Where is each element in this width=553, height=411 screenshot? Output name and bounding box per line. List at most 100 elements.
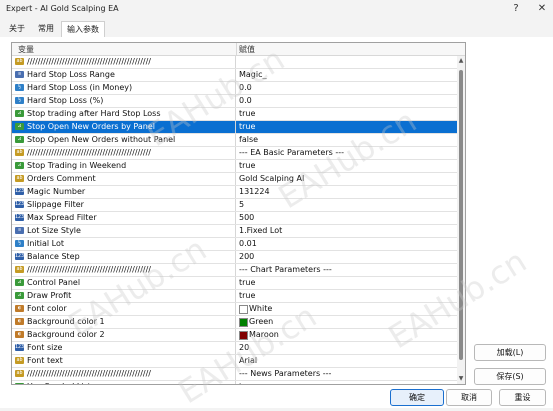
parameter-row[interactable]: ⊿ Stop Open New Orders without Panel false: [12, 134, 457, 147]
color-swatch[interactable]: [239, 318, 248, 327]
parameter-name-cell[interactable]: ab Font text: [12, 355, 236, 367]
parameter-row[interactable]: ≡ Hard Stop Loss Range Magic_: [12, 69, 457, 82]
parameter-row[interactable]: ⊿ Stop trading after Hard Stop Loss true: [12, 108, 457, 121]
parameter-name-cell[interactable]: ◐ Font color: [12, 303, 236, 315]
parameter-row[interactable]: ◐ Font color White: [12, 303, 457, 316]
parameter-value-cell[interactable]: [237, 56, 457, 68]
parameter-row[interactable]: 123 Balance Step 200: [12, 251, 457, 264]
parameter-value-cell[interactable]: Green: [237, 316, 457, 328]
column-header-variable[interactable]: 变量: [18, 44, 34, 55]
parameter-row[interactable]: ab//////////////////////////////////////…: [12, 147, 457, 160]
parameter-value-cell[interactable]: 0.01: [237, 238, 457, 250]
parameter-name-cell[interactable]: ab//////////////////////////////////////…: [12, 147, 236, 159]
enum-icon: ≡: [15, 71, 24, 78]
parameter-row[interactable]: ◐ Background color 1 Green: [12, 316, 457, 329]
parameter-name-cell[interactable]: 123 Balance Step: [12, 251, 236, 263]
scroll-up-icon[interactable]: ▲: [457, 57, 465, 65]
parameter-name-cell[interactable]: 123 Magic Number: [12, 186, 236, 198]
parameter-row[interactable]: ab//////////////////////////////////////…: [12, 56, 457, 69]
close-button[interactable]: ✕: [532, 0, 552, 18]
parameter-value-cell[interactable]: Gold Scalping AI: [237, 173, 457, 185]
scroll-down-icon[interactable]: ▼: [457, 375, 465, 383]
parameter-name-cell[interactable]: ½ Hard Stop Loss (%): [12, 95, 236, 107]
parameter-value-cell[interactable]: 200: [237, 251, 457, 263]
parameter-row[interactable]: ≡ Lot Size Style 1.Fixed Lot: [12, 225, 457, 238]
parameter-name-cell[interactable]: ⊿ Stop trading after Hard Stop Loss: [12, 108, 236, 120]
parameter-name-cell[interactable]: ◐ Background color 1: [12, 316, 236, 328]
vertical-scrollbar[interactable]: ▲ ▼: [457, 56, 465, 384]
parameter-name-cell[interactable]: ½ Hard Stop Loss (in Money): [12, 82, 236, 94]
column-divider[interactable]: [236, 43, 237, 55]
parameter-name-cell[interactable]: ab//////////////////////////////////////…: [12, 368, 236, 380]
parameter-row[interactable]: ⊿ Stop Trading in Weekend true: [12, 160, 457, 173]
parameter-name-cell[interactable]: ½ Initial Lot: [12, 238, 236, 250]
parameter-value-cell[interactable]: true: [237, 290, 457, 302]
parameter-name-cell[interactable]: ≡ Lot Size Style: [12, 225, 236, 237]
parameter-name-cell[interactable]: 123 Font size: [12, 342, 236, 354]
parameter-value-cell[interactable]: 0.0: [237, 82, 457, 94]
parameter-row[interactable]: ab Font text Arial: [12, 355, 457, 368]
parameter-name-cell[interactable]: 123 Slippage Filter: [12, 199, 236, 211]
reset-button[interactable]: 重设: [499, 389, 546, 406]
column-header-value[interactable]: 赋值: [239, 44, 255, 55]
cancel-button[interactable]: 取消: [446, 389, 492, 406]
color-swatch[interactable]: [239, 331, 248, 340]
parameter-value-cell[interactable]: 0.0: [237, 95, 457, 107]
parameter-value-cell[interactable]: Maroon: [237, 329, 457, 341]
parameter-name-cell[interactable]: ≡ Hard Stop Loss Range: [12, 69, 236, 81]
parameters-grid[interactable]: 变量 赋值 ab////////////////////////////////…: [11, 42, 466, 385]
parameter-value-cell[interactable]: 500: [237, 212, 457, 224]
parameter-row[interactable]: 123 Font size 20: [12, 342, 457, 355]
save-button[interactable]: 保存(S): [474, 368, 546, 385]
parameter-name-cell[interactable]: ⊿ Control Panel: [12, 277, 236, 289]
parameter-row[interactable]: 123 Slippage Filter 5: [12, 199, 457, 212]
parameter-value-cell[interactable]: 1.Fixed Lot: [237, 225, 457, 237]
parameter-name-cell[interactable]: ⊿Use Symbol List: [12, 381, 236, 384]
parameter-name-cell[interactable]: ab Orders Comment: [12, 173, 236, 185]
parameter-value-cell[interactable]: White: [237, 303, 457, 315]
parameter-value-cell[interactable]: 5: [237, 199, 457, 211]
scrollbar-thumb[interactable]: [459, 70, 463, 360]
parameter-value-cell[interactable]: --- EA Basic Parameters ---: [237, 147, 457, 159]
parameter-value-cell[interactable]: Arial: [237, 355, 457, 367]
help-button[interactable]: ?: [506, 0, 526, 18]
parameter-row[interactable]: ⊿ Stop Open New Orders by Panel true: [12, 121, 457, 134]
tab-common[interactable]: 常用: [33, 22, 59, 36]
parameter-row[interactable]: 123 Max Spread Filter 500: [12, 212, 457, 225]
parameter-name-cell[interactable]: ab//////////////////////////////////////…: [12, 56, 236, 68]
tab-inputs[interactable]: 输入参数: [61, 21, 105, 38]
parameter-row[interactable]: ⊿ Draw Profit true: [12, 290, 457, 303]
parameter-row[interactable]: ◐ Background color 2 Maroon: [12, 329, 457, 342]
parameter-name-cell[interactable]: ◐ Background color 2: [12, 329, 236, 341]
parameter-row[interactable]: ab//////////////////////////////////////…: [12, 264, 457, 277]
parameter-row[interactable]: ½ Hard Stop Loss (in Money) 0.0: [12, 82, 457, 95]
parameter-row[interactable]: 123 Magic Number 131224: [12, 186, 457, 199]
parameter-value-cell[interactable]: Magic_: [237, 69, 457, 81]
parameter-row[interactable]: ⊿Use Symbol Listtrue: [12, 381, 457, 384]
parameter-value-cell[interactable]: true: [237, 160, 457, 172]
parameter-name-cell[interactable]: ⊿ Stop Open New Orders by Panel: [12, 121, 236, 133]
parameter-name-cell[interactable]: ⊿ Draw Profit: [12, 290, 236, 302]
parameter-value-cell[interactable]: true: [237, 121, 457, 133]
parameter-row[interactable]: ab//////////////////////////////////////…: [12, 368, 457, 381]
load-button[interactable]: 加载(L): [474, 344, 546, 361]
parameter-row[interactable]: ½ Initial Lot 0.01: [12, 238, 457, 251]
parameter-value-cell[interactable]: false: [237, 134, 457, 146]
color-swatch[interactable]: [239, 305, 248, 314]
parameter-value-cell[interactable]: 131224: [237, 186, 457, 198]
parameter-value-cell[interactable]: 20: [237, 342, 457, 354]
parameter-row[interactable]: ½ Hard Stop Loss (%) 0.0: [12, 95, 457, 108]
parameter-name-cell[interactable]: 123 Max Spread Filter: [12, 212, 236, 224]
parameter-name-cell[interactable]: ab//////////////////////////////////////…: [12, 264, 236, 276]
parameter-value-cell[interactable]: true: [237, 277, 457, 289]
parameter-name-cell[interactable]: ⊿ Stop Trading in Weekend: [12, 160, 236, 172]
parameter-value-cell[interactable]: true: [237, 108, 457, 120]
tab-about[interactable]: 关于: [4, 22, 30, 36]
ok-button[interactable]: 确定: [390, 389, 444, 406]
parameter-name-cell[interactable]: ⊿ Stop Open New Orders without Panel: [12, 134, 236, 146]
parameter-value-cell[interactable]: true: [237, 381, 457, 384]
parameter-value-cell[interactable]: --- News Parameters ---: [237, 368, 457, 380]
parameter-value-cell[interactable]: --- Chart Parameters ---: [237, 264, 457, 276]
parameter-row[interactable]: ab Orders Comment Gold Scalping AI: [12, 173, 457, 186]
parameter-row[interactable]: ⊿ Control Panel true: [12, 277, 457, 290]
